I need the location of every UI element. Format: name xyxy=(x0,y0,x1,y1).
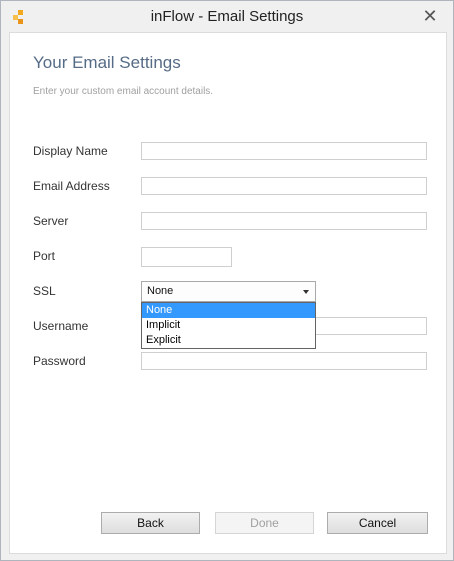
title-bar[interactable]: inFlow - Email Settings ✕ xyxy=(1,1,453,32)
chevron-down-icon xyxy=(303,290,309,294)
back-button[interactable]: Back xyxy=(101,512,200,534)
display-name-label: Display Name xyxy=(33,144,108,158)
ssl-dropdown-list: None Implicit Explicit xyxy=(141,302,316,349)
ssl-selected-value: None xyxy=(147,285,174,297)
done-button[interactable]: Done xyxy=(215,512,314,534)
page-subtitle: Enter your custom email account details. xyxy=(33,86,214,97)
ssl-select[interactable]: None xyxy=(141,281,316,302)
password-field[interactable] xyxy=(141,352,427,370)
username-label: Username xyxy=(33,319,89,333)
server-field[interactable] xyxy=(141,212,427,230)
page-title: Your Email Settings xyxy=(33,53,181,72)
ssl-option-none[interactable]: None xyxy=(142,303,315,318)
port-field[interactable] xyxy=(141,247,232,267)
server-label: Server xyxy=(33,214,69,228)
email-address-field[interactable] xyxy=(141,177,427,195)
cancel-button[interactable]: Cancel xyxy=(327,512,428,534)
port-label: Port xyxy=(33,249,56,263)
display-name-field[interactable] xyxy=(141,142,427,160)
ssl-option-explicit[interactable]: Explicit xyxy=(142,333,315,348)
close-button[interactable]: ✕ xyxy=(419,6,441,26)
email-settings-window: inFlow - Email Settings ✕ Your Email Set… xyxy=(0,0,454,561)
password-label: Password xyxy=(33,354,86,368)
window-title: inFlow - Email Settings xyxy=(150,8,304,25)
close-icon: ✕ xyxy=(422,6,438,26)
ssl-option-implicit[interactable]: Implicit xyxy=(142,318,315,333)
ssl-label: SSL xyxy=(33,284,56,298)
content-panel: Your Email Settings Enter your custom em… xyxy=(9,32,447,554)
email-address-label: Email Address xyxy=(33,179,110,193)
